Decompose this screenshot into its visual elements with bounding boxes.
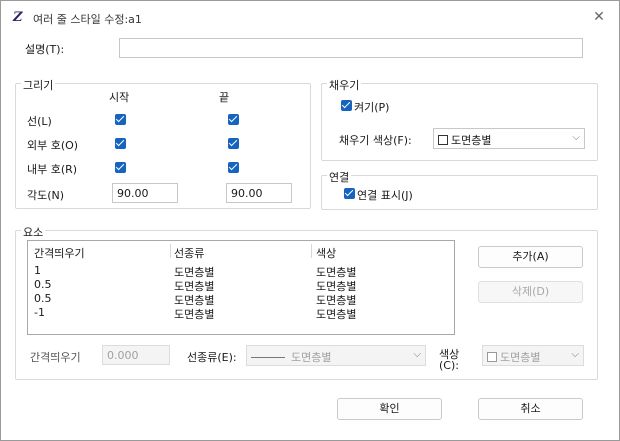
elements-row[interactable]: 1 도면층별 도면층별 xyxy=(28,264,454,279)
column-divider[interactable] xyxy=(311,244,312,258)
chevron-down-icon: ⌵ xyxy=(571,349,579,360)
element-color: 도면층별 xyxy=(316,308,357,321)
linetype-label: 선종류(E): xyxy=(187,351,237,364)
caps-outer-arc-end-checkbox[interactable] xyxy=(228,138,239,149)
caps-line-label: 선(L) xyxy=(27,115,52,128)
element-color-select[interactable]: 도면층별 ⌵ xyxy=(482,345,584,366)
element-offset: -1 xyxy=(34,306,45,319)
caps-angle-start-input[interactable]: 90.00 xyxy=(112,183,178,203)
column-divider[interactable] xyxy=(170,244,171,258)
offset-label: 간격띄우기 xyxy=(30,351,81,364)
elements-row[interactable]: 0.5 도면층별 도면층별 xyxy=(28,278,454,293)
element-offset: 1 xyxy=(34,264,41,277)
line-sample-icon xyxy=(251,357,285,358)
linetype-value: 도면층별 xyxy=(291,351,332,364)
elements-group-title: 요소 xyxy=(21,224,46,240)
fill-group-title: 채우기 xyxy=(327,77,362,93)
elements-row[interactable]: 0.5 도면층별 도면층별 xyxy=(28,292,454,307)
multiline-style-dialog: Z 여러 줄 스타일 수정:a1 ✕ 설명(T): 그리기 시작 끝 선(L) … xyxy=(0,0,620,441)
chevron-down-icon: ⌵ xyxy=(572,132,580,143)
fill-color-select[interactable]: 도면층별 ⌵ xyxy=(433,128,585,149)
fill-on-label: 켜기(P) xyxy=(354,101,390,114)
caps-angle-label: 각도(N) xyxy=(27,189,65,202)
joints-group-title: 연결 xyxy=(327,169,352,185)
elements-offset-header[interactable]: 간격띄우기 xyxy=(34,245,85,261)
close-icon[interactable]: ✕ xyxy=(583,5,615,29)
ok-button[interactable]: 확인 xyxy=(337,398,442,420)
offset-input[interactable]: 0.000 xyxy=(102,345,170,365)
add-element-button[interactable]: 추가(A) xyxy=(478,246,583,268)
window-title: 여러 줄 스타일 수정:a1 xyxy=(33,13,142,26)
app-logo-icon: Z xyxy=(13,10,23,25)
caps-end-header: 끝 xyxy=(219,91,230,104)
cancel-button[interactable]: 취소 xyxy=(478,398,583,420)
description-label: 설명(T): xyxy=(25,43,65,56)
caps-inner-arc-end-checkbox[interactable] xyxy=(228,162,239,173)
caps-inner-arc-label: 내부 호(R) xyxy=(27,163,78,176)
caps-group-title: 그리기 xyxy=(21,77,56,93)
description-field[interactable] xyxy=(119,38,583,58)
fill-color-label: 채우기 색상(F): xyxy=(339,134,412,147)
elements-list[interactable]: 간격띄우기 선종류 색상 1 도면층별 도면층별 0.5 도면층별 도면층별 0… xyxy=(27,240,455,335)
caps-line-start-checkbox[interactable] xyxy=(115,114,126,125)
caps-angle-end-input[interactable]: 90.00 xyxy=(226,183,292,203)
caps-inner-arc-start-checkbox[interactable] xyxy=(115,162,126,173)
delete-element-button[interactable]: 삭제(D) xyxy=(478,281,583,303)
element-offset: 0.5 xyxy=(34,292,52,305)
element-linetype: 도면층별 xyxy=(174,308,215,321)
title-bar: Z 여러 줄 스타일 수정:a1 ✕ xyxy=(1,1,619,33)
fill-group xyxy=(321,83,598,161)
joints-display-checkbox[interactable] xyxy=(344,188,355,199)
element-color-value: 도면층별 xyxy=(500,351,541,364)
elements-color-header[interactable]: 색상 xyxy=(316,245,336,261)
joints-display-label: 연결 표시(J) xyxy=(357,189,413,202)
caps-start-header: 시작 xyxy=(109,91,130,104)
color-swatch-icon xyxy=(487,352,497,362)
fill-color-value: 도면층별 xyxy=(451,134,492,147)
element-color-label: 색상(C): xyxy=(439,348,460,372)
linetype-select[interactable]: 도면층별 ⌵ xyxy=(246,345,426,366)
caps-line-end-checkbox[interactable] xyxy=(228,114,239,125)
chevron-down-icon: ⌵ xyxy=(413,349,421,360)
elements-row[interactable]: -1 도면층별 도면층별 xyxy=(28,306,454,321)
color-swatch-icon xyxy=(438,135,448,145)
elements-linetype-header[interactable]: 선종류 xyxy=(174,245,204,261)
caps-outer-arc-start-checkbox[interactable] xyxy=(115,138,126,149)
caps-outer-arc-label: 외부 호(O) xyxy=(27,139,79,152)
fill-on-checkbox[interactable] xyxy=(341,100,352,111)
element-offset: 0.5 xyxy=(34,278,52,291)
